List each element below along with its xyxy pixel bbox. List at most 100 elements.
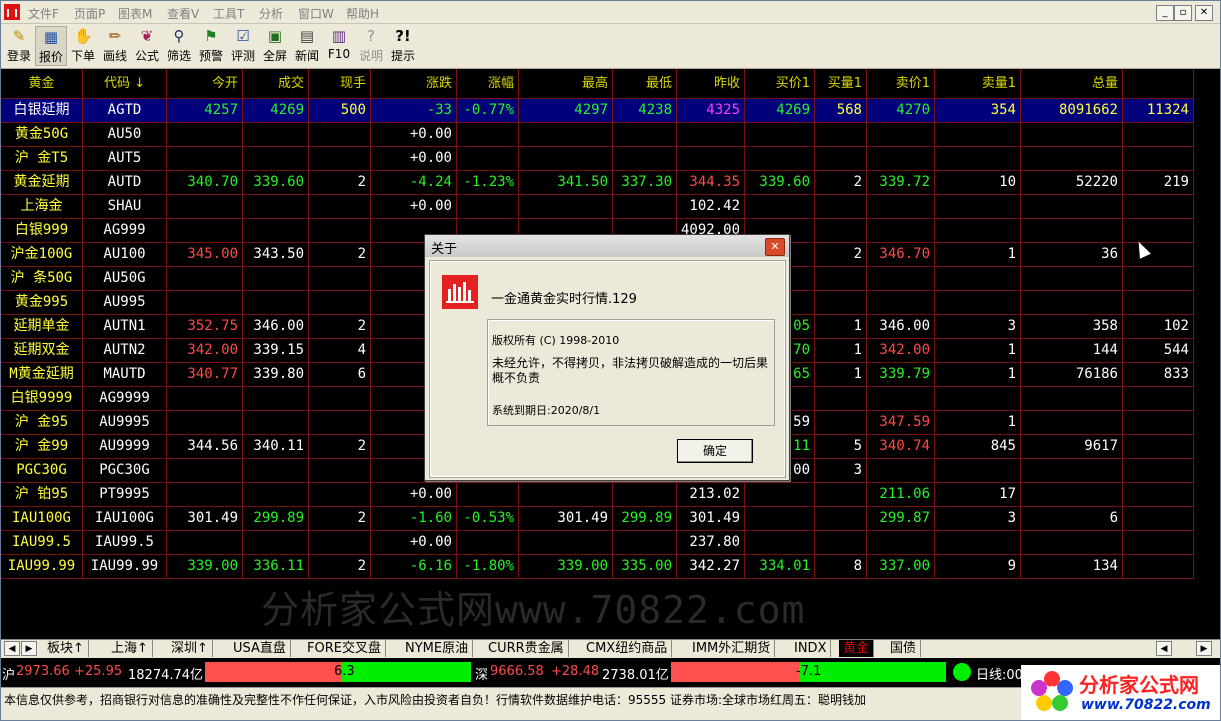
dialog-titlebar[interactable]: 关于 ✕ xyxy=(425,235,789,257)
cell-bid xyxy=(745,123,815,147)
cell-change: -6.16 xyxy=(371,555,457,579)
cell-volume xyxy=(309,387,371,411)
tab-nyme[interactable]: NYME原油 xyxy=(401,640,474,657)
tab-bonds[interactable]: 国债 xyxy=(886,640,922,657)
app-logo-icon[interactable] xyxy=(4,4,20,20)
cell-code: AUT5 xyxy=(83,147,167,171)
tab-sector[interactable]: 板块↑ xyxy=(43,640,89,657)
toolbar-order-button[interactable]: ✋ 下单 xyxy=(67,26,99,66)
cell-open-int xyxy=(1123,123,1194,147)
cell-bid-vol: 568 xyxy=(815,99,867,123)
table-row[interactable]: 白银延期 AGTD 4257 4269 500 -33 -0.77% 4297 4238 4325… xyxy=(1,99,1194,123)
cell-code: AG9999 xyxy=(83,387,167,411)
cell-total-vol xyxy=(1021,531,1123,555)
restore-button[interactable]: ▫ xyxy=(1174,5,1192,21)
tab-scroll-left-icon[interactable]: ◀ xyxy=(4,641,20,656)
cell-high: 301.49 xyxy=(519,507,613,531)
cell-name: 延期双金 xyxy=(1,339,83,363)
menu-window[interactable]: 窗口W xyxy=(298,5,334,22)
toolbar-tips-button[interactable]: ?! 提示 xyxy=(387,26,419,66)
header-change[interactable]: 涨跌 xyxy=(371,69,457,99)
menu-tools[interactable]: 工具T xyxy=(213,5,244,22)
cell-prev-close: 102.42 xyxy=(677,195,745,219)
header-prev-close[interactable]: 昨收 xyxy=(677,69,745,99)
header-low[interactable]: 最低 xyxy=(613,69,677,99)
cell-open-int: 102 xyxy=(1123,315,1194,339)
cell-change-pct xyxy=(457,147,519,171)
cell-ask: 340.74 xyxy=(867,435,935,459)
cell-code: PT9995 xyxy=(83,483,167,507)
tab-shenzhen[interactable]: 深圳↑ xyxy=(167,640,213,657)
table-row[interactable]: IAU99.5 IAU99.5 +0.00 237.80 xyxy=(1,531,1194,555)
cell-change: +0.00 xyxy=(371,531,457,555)
toolbar-evaluate-button[interactable]: ☑ 评测 xyxy=(227,26,259,66)
minimize-button[interactable]: _ xyxy=(1156,5,1174,21)
toolbar-filter-button[interactable]: ⚲ 筛选 xyxy=(163,26,195,66)
menu-page[interactable]: 页面P xyxy=(74,5,105,22)
tab-imm[interactable]: IMM外汇期货 xyxy=(688,640,776,657)
cell-name: 延期单金 xyxy=(1,315,83,339)
menu-help[interactable]: 帮助H xyxy=(346,5,379,22)
cell-open-int xyxy=(1123,483,1194,507)
table-row[interactable]: 黄金50G AU50 +0.00 xyxy=(1,123,1194,147)
toolbar-f10-button[interactable]: ▥ F10 xyxy=(323,26,355,66)
cell-name: PGC30G xyxy=(1,459,83,483)
table-row[interactable]: 上海金 SHAU +0.00 102.42 xyxy=(1,195,1194,219)
tab-scroll-right-icon[interactable]: ▶ xyxy=(21,641,37,656)
dialog-close-button[interactable]: ✕ xyxy=(765,238,785,256)
header-bid[interactable]: 买价1 xyxy=(745,69,815,99)
table-row[interactable]: 黄金延期 AUTD 340.70 339.60 2 -4.24 -1.23% 341.50 33… xyxy=(1,171,1194,195)
hscroll-left-icon[interactable]: ◀ xyxy=(1156,641,1172,656)
header-last[interactable]: 成交 xyxy=(243,69,309,99)
ok-button[interactable]: 确定 xyxy=(677,439,753,463)
hscroll-right-icon[interactable]: ▶ xyxy=(1196,641,1212,656)
tab-fore[interactable]: FORE交叉盘 xyxy=(303,640,386,657)
toolbar-news-button[interactable]: ▤ 新闻 xyxy=(291,26,323,66)
cell-open-int xyxy=(1123,147,1194,171)
toolbar-drawline-button[interactable]: ✏ 画线 xyxy=(99,26,131,66)
header-open[interactable]: 今开 xyxy=(167,69,243,99)
header-name[interactable]: 黄金 xyxy=(1,69,83,99)
tab-gold[interactable]: 黄金 xyxy=(839,640,875,657)
menu-file[interactable]: 文件F xyxy=(28,5,59,22)
table-row[interactable]: 沪 金T5 AUT5 +0.00 xyxy=(1,147,1194,171)
cell-low: 337.30 xyxy=(613,171,677,195)
tab-usa[interactable]: USA直盘 xyxy=(229,640,291,657)
vertical-scrollbar[interactable] xyxy=(1194,69,1220,637)
brand-url[interactable]: www.70822.com xyxy=(1081,697,1211,713)
cell-ask xyxy=(867,531,935,555)
toolbar-explain-button[interactable]: ? 说明 xyxy=(355,26,387,66)
header-total-vol[interactable]: 总量 xyxy=(1021,69,1123,99)
header-high[interactable]: 最高 xyxy=(519,69,613,99)
table-row[interactable]: 沪 铂95 PT9995 +0.00 213.02 211.06 17 xyxy=(1,483,1194,507)
cell-prev-close xyxy=(677,123,745,147)
toolbar-fullscreen-button[interactable]: ▣ 全屏 xyxy=(259,26,291,66)
header-volume[interactable]: 现手 xyxy=(309,69,371,99)
toolbar-alert-button[interactable]: ⚑ 预警 xyxy=(195,26,227,66)
header-code[interactable]: 代码 ↓ xyxy=(83,69,167,99)
toolbar-quote-button[interactable]: ▦ 报价 xyxy=(35,26,67,66)
menu-analysis[interactable]: 分析 xyxy=(259,5,283,22)
header-ask-vol[interactable]: 卖量1 xyxy=(935,69,1021,99)
sz-index-label: 深 xyxy=(475,668,489,683)
close-button[interactable]: ✕ xyxy=(1195,5,1213,21)
header-bid-vol[interactable]: 买量1 xyxy=(815,69,867,99)
header-change-pct[interactable]: 涨幅 xyxy=(457,69,519,99)
toolbar-login-button[interactable]: ✎ 登录 xyxy=(3,26,35,66)
table-row[interactable]: IAU99.99 IAU99.99 339.00 336.11 2 -6.16 -1.80%… xyxy=(1,555,1194,579)
header-open-int[interactable] xyxy=(1123,69,1194,99)
tab-cmx[interactable]: CMX纽约商品 xyxy=(582,640,673,657)
cell-ask-vol xyxy=(935,267,1021,291)
tab-indx[interactable]: INDX xyxy=(790,640,832,657)
cell-volume: 2 xyxy=(309,555,371,579)
table-row[interactable]: IAU100G IAU100G 301.49 299.89 2 -1.60 -0.53% 30… xyxy=(1,507,1194,531)
copyright-text: 版权所有 (C) 1998-2010 xyxy=(492,334,620,347)
tab-shanghai[interactable]: 上海↑ xyxy=(107,640,153,657)
cell-bid: 339.60 xyxy=(745,171,815,195)
cell-code: AU995 xyxy=(83,291,167,315)
menu-chart[interactable]: 图表M xyxy=(118,5,152,22)
tab-curr[interactable]: CURR贵金属 xyxy=(484,640,569,657)
header-ask[interactable]: 卖价1 xyxy=(867,69,935,99)
menu-view[interactable]: 查看V xyxy=(167,5,199,22)
toolbar-formula-button[interactable]: ❦ 公式 xyxy=(131,26,163,66)
